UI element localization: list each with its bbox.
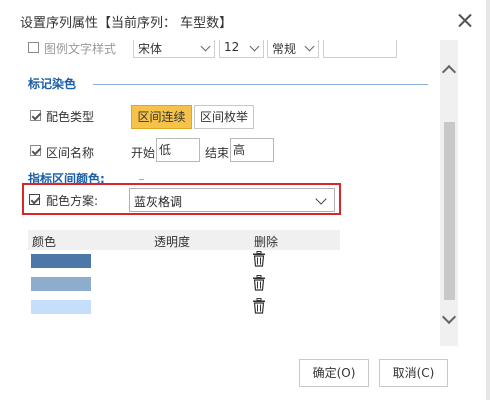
scroll-up-icon[interactable] (441, 64, 457, 80)
ok-button[interactable]: 确定(O) (299, 359, 369, 387)
dialog-titlebar: 设置序列属性【当前序列： 车型数】 (0, 0, 490, 40)
legend-style-label: 图例文字样式 (44, 42, 117, 56)
font-color-picker[interactable] (323, 40, 397, 58)
color-swatch[interactable] (31, 300, 91, 314)
range-name-label: 区间名称 (46, 146, 95, 160)
scroll-down-icon[interactable] (441, 309, 457, 325)
chevron-down-icon (315, 193, 327, 205)
end-input[interactable]: 高 (230, 138, 274, 162)
header-color: 颜色 (32, 235, 57, 249)
trash-icon[interactable] (252, 275, 266, 291)
color-scheme-value: 蓝灰格调 (134, 195, 183, 209)
dialog-title: 设置序列属性【当前序列： 车型数】 (20, 16, 233, 31)
window-edge (486, 0, 490, 400)
chevron-down-icon (249, 41, 260, 52)
scrollbar-thumb[interactable] (444, 122, 455, 300)
section-divider (93, 84, 428, 85)
font-family-value: 宋体 (138, 42, 163, 56)
table-header: 颜色 透明度 删除 (28, 230, 340, 250)
section-marker-color: 标记染色 (28, 77, 77, 91)
trash-icon[interactable] (252, 251, 266, 267)
legend-style-checkbox[interactable] (28, 42, 39, 53)
chevron-down-icon (200, 41, 211, 52)
end-label: 结束 (205, 146, 230, 160)
chevron-down-icon (304, 41, 315, 52)
range-continuous-button[interactable]: 区间连续 (131, 105, 192, 129)
font-size-value: 12 (224, 40, 240, 54)
dialog-content: 图例文字样式 宋体 12 常规 标记染色 配色类型 区间连续 区间枚举 区间名称… (0, 40, 440, 345)
color-type-checkbox[interactable] (30, 110, 41, 121)
font-family-select[interactable]: 宋体 (133, 40, 215, 58)
font-style-value: 常规 (272, 42, 297, 56)
color-scheme-select[interactable]: 蓝灰格调 (129, 188, 335, 212)
close-icon[interactable] (454, 10, 476, 32)
font-size-select[interactable]: 12 (219, 40, 264, 58)
color-scheme-checkbox[interactable] (29, 194, 40, 205)
color-type-label: 配色类型 (46, 110, 95, 124)
header-opacity: 透明度 (154, 235, 191, 249)
cancel-button[interactable]: 取消(C) (379, 359, 448, 387)
range-enum-button[interactable]: 区间枚举 (194, 105, 254, 129)
vertical-scrollbar[interactable] (440, 40, 458, 346)
start-input[interactable]: 低 (156, 138, 200, 162)
color-swatch[interactable] (31, 277, 91, 291)
section-divider (139, 179, 144, 180)
range-name-checkbox[interactable] (30, 145, 41, 156)
color-swatch[interactable] (31, 254, 91, 268)
trash-icon[interactable] (252, 298, 266, 314)
color-scheme-label: 配色方案: (46, 194, 99, 208)
header-delete: 删除 (254, 235, 279, 249)
font-style-select[interactable]: 常规 (267, 40, 319, 58)
start-label: 开始 (131, 146, 156, 160)
